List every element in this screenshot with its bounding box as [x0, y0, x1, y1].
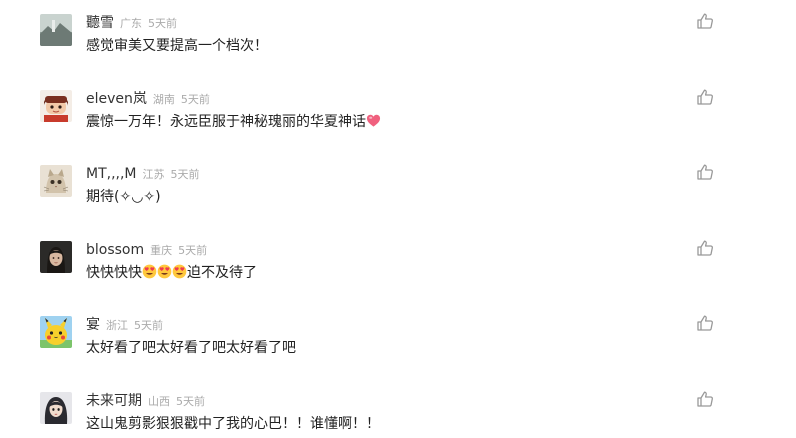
thumbs-up-icon [697, 315, 713, 331]
username[interactable]: blossom [86, 242, 144, 258]
comment-item: 聽雪 广东 5天前 感觉审美又要提高一个档次！ [0, 0, 796, 60]
region-label: 浙江 [106, 319, 128, 332]
comment-text: 这山鬼剪影狠狠戳中了我的心巴！！谁懂啊！！ [86, 416, 380, 432]
thumbs-up-icon [697, 13, 713, 29]
thumbs-up-icon [697, 89, 713, 105]
timestamp: 5天前 [170, 168, 200, 181]
timestamp: 5天前 [178, 244, 208, 257]
comment-text: 感觉审美又要提高一个档次！ [86, 38, 268, 54]
pikachu-avatar [40, 316, 72, 348]
comment-text-prefix: 快快快快 [86, 265, 142, 281]
heart-eyes-emoji [172, 264, 187, 279]
heart-eyes-emoji [142, 264, 157, 279]
avatar[interactable] [40, 14, 72, 46]
comment-text: 期待(✧◡✧) [86, 189, 161, 205]
comment-body: 震惊一万年！永远臣服于神秘瑰丽的华夏神话 [86, 112, 381, 132]
like-button[interactable] [696, 390, 714, 408]
timestamp: 5天前 [180, 93, 210, 106]
like-button[interactable] [696, 314, 714, 332]
comment-text: 震惊一万年！永远臣服于神秘瑰丽的华夏神话 [86, 114, 366, 130]
comment-item: 宴浙江 5天前 太好看了吧太好看了吧太好看了吧 [0, 302, 796, 362]
region-label: 湖南 [152, 93, 175, 106]
username[interactable]: 未来可期 [86, 393, 142, 409]
avatar[interactable] [40, 316, 72, 348]
username[interactable]: MT,,,,M [86, 166, 137, 182]
comment-item: 未来可期 山西 5天前 这山鬼剪影狠狠戳中了我的心巴！！谁懂啊！！ [0, 378, 796, 438]
comment-body: 快快快快 迫不及待了 [86, 263, 257, 283]
region-label: 江苏 [142, 168, 165, 181]
like-button[interactable] [696, 239, 714, 257]
comment-item: blossom 重庆 5天前 快快快快 迫不及待了 [0, 227, 796, 287]
region-label: 重庆 [150, 244, 173, 257]
region-label: 广东 [120, 17, 142, 30]
comment-item: MT,,,,M 江苏 5天前 期待(✧◡✧) [0, 151, 796, 211]
comment-text: 太好看了吧太好看了吧太好看了吧 [86, 340, 296, 356]
avatar[interactable] [40, 90, 72, 122]
region-label: 山西 [148, 395, 170, 408]
username[interactable]: eleven岚 [86, 91, 147, 107]
comment-item: eleven岚 湖南 5天前 震惊一万年！永远臣服于神秘瑰丽的华夏神话 [0, 76, 796, 136]
thumbs-up-icon [697, 391, 713, 407]
landscape-photo-avatar [40, 14, 72, 46]
thumbs-up-icon [697, 164, 713, 180]
username[interactable]: 聽雪 [86, 15, 114, 31]
pink-heart-emoji [366, 113, 381, 128]
timestamp: 5天前 [148, 17, 177, 30]
like-button[interactable] [696, 163, 714, 181]
portrait-photo-avatar [40, 241, 72, 273]
username[interactable]: 宴 [86, 317, 100, 333]
avatar[interactable] [40, 392, 72, 424]
timestamp: 5天前 [134, 319, 163, 332]
like-button[interactable] [696, 88, 714, 106]
girl-portrait-avatar [40, 392, 72, 424]
like-button[interactable] [696, 12, 714, 30]
avatar[interactable] [40, 165, 72, 197]
avatar[interactable] [40, 241, 72, 273]
timestamp: 5天前 [176, 395, 205, 408]
comment-text-suffix: 迫不及待了 [187, 265, 257, 281]
cartoon-character-avatar [40, 90, 72, 122]
heart-eyes-emoji [157, 264, 172, 279]
thumbs-up-icon [697, 240, 713, 256]
cat-photo-avatar [40, 165, 72, 197]
